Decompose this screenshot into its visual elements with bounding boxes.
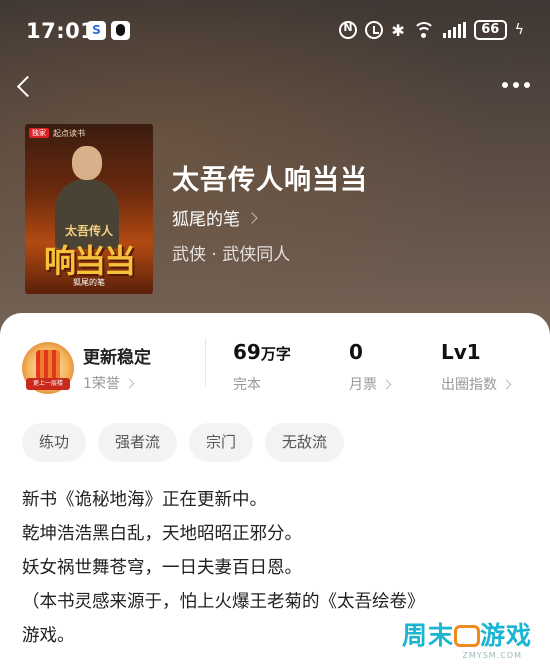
word-count-unit: 万字 [260,345,291,363]
chevron-right-icon [381,379,392,389]
update-status-label: 更新稳定 [83,348,151,368]
gamepad-icon [453,625,480,647]
cover-figure-head [72,146,102,180]
more-dots-icon[interactable] [502,82,530,88]
description-line: 妖女祸世舞苍穹，一日夫妻百日恩。 [22,558,302,578]
alarm-icon [365,21,384,39]
chevron-right-icon [501,379,512,389]
book-cover[interactable]: 独家 起点读书 太吾传人 响当当 狐尾的笔 [25,124,153,294]
medal-icon[interactable]: 更上一层楼 [22,342,74,394]
author-link[interactable]: 狐尾的笔 [172,205,258,230]
author-name: 狐尾的笔 [172,210,240,230]
stat-divider [205,338,206,386]
status-bar: 17:01 S ✱ 66 ϟ [0,0,550,62]
tag-chip[interactable]: 练功 [22,423,87,462]
charging-icon: ϟ [514,22,524,38]
monthly-tickets-label: 月票 [349,377,377,393]
nfc-icon [339,21,358,39]
bluetooth-icon: ✱ [391,20,405,40]
cover-author: 狐尾的笔 [73,278,105,287]
description-line: （本书灵感来源于，怕上火爆王老菊的《太吾绘卷》 [22,592,425,612]
app-notification-icon: S [87,21,106,40]
level-link[interactable]: 出圈指数 [441,374,512,394]
wifi-icon [412,22,435,38]
watermark-url: ZMYSM.COM [462,651,522,660]
watermark-left: 周末 [401,621,454,650]
book-title: 太吾传人响当当 [172,165,368,196]
back-arrow-icon[interactable] [14,73,36,101]
tag-chip[interactable]: 强者流 [98,423,178,462]
tag-list: 练功 强者流 宗门 无敌流 [22,423,345,462]
qq-notification-icon [111,21,130,40]
completion-status: 完本 [233,374,261,394]
monthly-tickets-link[interactable]: 月票 [349,374,392,394]
tag-chip[interactable]: 宗门 [189,423,254,462]
word-count-value: 69 [233,340,261,364]
honor-link[interactable]: 1荣誉 [83,373,135,393]
status-icons: ✱ 66 ϟ [339,18,524,42]
level-label: 出圈指数 [441,377,497,393]
description-line: 新书《诡秘地海》正在更新中。 [22,490,267,510]
book-genre: 武侠 · 武侠同人 [172,245,291,265]
level-value: Lv1 [441,340,481,364]
status-time: 17:01 [26,19,96,43]
completion-label: 完本 [233,377,261,393]
description-line: 乾坤浩浩黑白乱，天地昭昭正邪分。 [22,524,302,544]
chevron-right-icon [124,378,135,388]
honor-count: 1荣誉 [83,376,120,392]
tag-chip[interactable]: 无敌流 [265,423,345,462]
cover-badge: 独家 [29,128,49,138]
watermark-right: 游戏 [479,621,532,650]
cover-publisher: 起点读书 [53,129,85,138]
word-count: 69万字 [233,340,291,364]
cover-title: 响当当 [43,242,136,280]
battery-icon: 66 [473,20,507,40]
signal-icon [442,22,466,38]
medal-text: 更上一层楼 [26,378,70,390]
chevron-right-icon [246,211,258,224]
site-watermark: 周末 游戏 [402,616,532,652]
monthly-tickets-value: 0 [349,340,363,364]
